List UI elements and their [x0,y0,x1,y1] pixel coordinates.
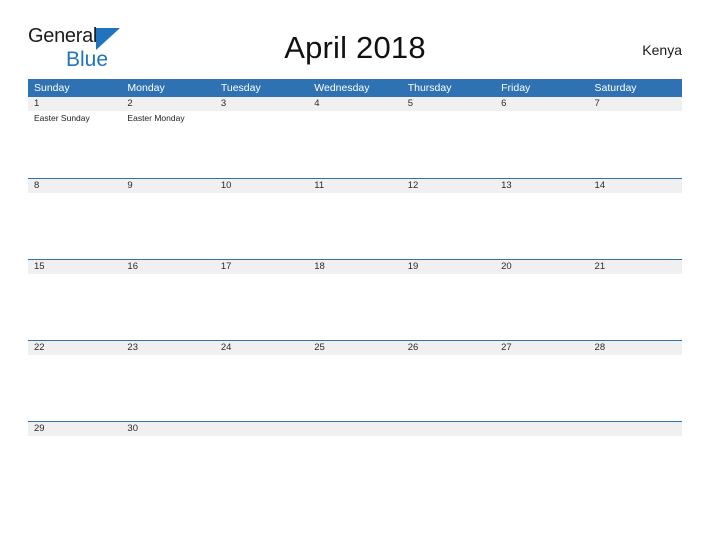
day-cell-event [215,436,308,450]
page-header: General Blue April 2018 Kenya [28,22,682,72]
day-cell-number[interactable]: 30 [121,422,214,436]
day-event-strip [28,274,682,288]
day-cell-event [121,355,214,369]
day-cell-event [402,355,495,369]
day-event-strip [28,355,682,369]
day-header-friday: Friday [501,82,531,94]
day-cell-event [589,274,682,288]
day-cell-event [402,193,495,207]
day-number-strip: 29 30 [28,422,682,436]
day-cell-event [495,355,588,369]
day-header-monday: Monday [127,82,165,94]
day-cell-event [402,111,495,125]
day-cell-event [402,436,495,450]
calendar-page: General Blue April 2018 Kenya Sunday Mon… [0,0,712,550]
day-cell-number[interactable] [589,422,682,436]
day-cell-event [121,193,214,207]
day-cell-number[interactable]: 16 [121,260,214,274]
day-cell-number[interactable]: 14 [589,179,682,193]
day-event-strip: Easter Sunday Easter Monday [28,111,682,125]
day-cell-number[interactable]: 18 [308,260,401,274]
day-of-week-header-row: Sunday Monday Tuesday Wednesday Thursday… [28,79,682,97]
day-cell-event [215,355,308,369]
day-cell-number[interactable]: 1 [28,97,121,111]
day-cell-event [589,193,682,207]
day-number-strip: 8 9 10 11 12 13 14 [28,179,682,193]
day-cell-number[interactable]: 20 [495,260,588,274]
day-cell-number[interactable]: 13 [495,179,588,193]
day-cell-number[interactable]: 9 [121,179,214,193]
day-cell-event [495,274,588,288]
day-cell-event [28,193,121,207]
day-cell-number[interactable] [308,422,401,436]
day-number-strip: 15 16 17 18 19 20 21 [28,260,682,274]
day-cell-event [215,193,308,207]
day-cell-number[interactable] [215,422,308,436]
day-number-strip: 1 2 3 4 5 6 7 [28,97,682,111]
day-cell-number[interactable] [402,422,495,436]
day-cell-event [308,355,401,369]
day-cell-number[interactable]: 8 [28,179,121,193]
day-cell-event [402,274,495,288]
day-cell-number[interactable]: 15 [28,260,121,274]
day-cell-number[interactable]: 24 [215,341,308,355]
day-cell-event [28,355,121,369]
day-header-tuesday: Tuesday [220,82,261,94]
calendar-grid: Sunday Monday Tuesday Wednesday Thursday… [28,79,682,502]
day-cell-number[interactable]: 22 [28,341,121,355]
day-cell-event [495,111,588,125]
day-cell-event: Easter Monday [127,113,185,123]
day-header-sunday: Sunday [34,82,70,94]
day-cell-number[interactable]: 17 [215,260,308,274]
day-header-thursday: Thursday [407,82,452,94]
day-cell-number[interactable]: 26 [402,341,495,355]
day-cell-event [308,193,401,207]
day-cell-number[interactable]: 12 [402,179,495,193]
day-cell-number[interactable]: 19 [402,260,495,274]
day-cell-number[interactable]: 23 [121,341,214,355]
day-cell-event [215,274,308,288]
day-cell-number[interactable]: 27 [495,341,588,355]
day-event-strip [28,193,682,207]
day-cell-event [28,274,121,288]
day-cell-number[interactable]: 5 [402,97,495,111]
day-cell-event [589,111,682,125]
day-cell-number[interactable]: 21 [589,260,682,274]
day-cell-number[interactable]: 25 [308,341,401,355]
day-cell-number[interactable]: 10 [215,179,308,193]
day-number-strip: 22 23 24 25 26 27 28 [28,341,682,355]
day-cell-event [589,436,682,450]
day-header-saturday: Saturday [594,82,637,94]
week-row: 8 9 10 11 12 13 14 [28,178,682,259]
region-label: Kenya [642,42,682,58]
day-cell-number[interactable]: 7 [589,97,682,111]
day-cell-event [589,355,682,369]
day-cell-number[interactable]: 4 [308,97,401,111]
day-cell-number[interactable]: 2 [121,97,214,111]
day-cell-number[interactable]: 28 [589,341,682,355]
week-row: 15 16 17 18 19 20 21 [28,259,682,340]
day-event-strip [28,436,682,450]
day-cell-event [121,274,214,288]
week-row: 1 2 3 4 5 6 7 Easter Sunday Easter Monda… [28,97,682,178]
day-cell-event [28,436,121,450]
page-title: April 2018 [284,30,426,65]
day-header-wednesday: Wednesday [314,82,370,94]
day-cell-event [495,436,588,450]
day-cell-number[interactable]: 6 [495,97,588,111]
day-cell-event [121,436,214,450]
day-cell-event [308,111,401,125]
day-cell-number[interactable] [495,422,588,436]
week-row: 22 23 24 25 26 27 28 [28,340,682,421]
day-cell-event [495,193,588,207]
day-cell-event: Easter Sunday [34,113,90,123]
day-cell-event [215,111,308,125]
day-cell-event [308,274,401,288]
day-cell-number[interactable]: 29 [28,422,121,436]
day-cell-number[interactable]: 11 [308,179,401,193]
day-cell-event [308,436,401,450]
day-cell-number[interactable]: 3 [215,97,308,111]
week-row: 29 30 [28,421,682,502]
